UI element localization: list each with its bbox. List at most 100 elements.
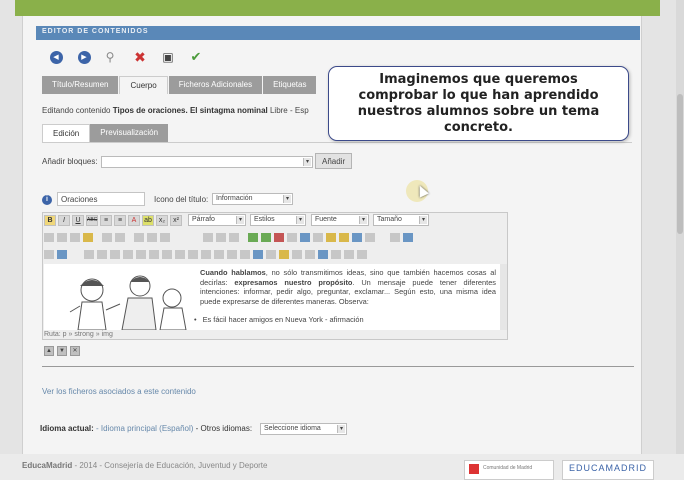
madrid-flag-icon [469, 464, 479, 474]
paste-text-icon[interactable] [97, 249, 107, 259]
cut-icon[interactable] [44, 249, 54, 259]
fullscreen-icon[interactable] [318, 249, 328, 259]
layer-icon[interactable] [352, 232, 362, 242]
subtab-divider [42, 142, 632, 143]
strikethrough-button[interactable]: ABC [86, 215, 98, 226]
preview-icon[interactable] [365, 232, 375, 242]
align-left-icon[interactable] [44, 232, 54, 242]
size-select[interactable]: Tamaño ▾ [373, 214, 429, 226]
paragraph-format-select[interactable]: Párrafo ▾ [188, 214, 246, 226]
subtab-edicion[interactable]: Edición [42, 124, 91, 142]
editor-content-area[interactable]: Cuando hablamos, no sólo transmitimos id… [44, 264, 500, 330]
redo-icon[interactable] [216, 232, 226, 242]
page-scrollbar-thumb[interactable] [677, 94, 683, 234]
current-language-link[interactable]: - Idioma principal (Español) [96, 424, 193, 433]
snippet-icon[interactable] [339, 232, 349, 242]
language-select[interactable]: Seleccione idioma ▾ [260, 423, 347, 435]
editor-scrollbar[interactable] [500, 264, 507, 330]
add-block-button[interactable]: Añadir [315, 153, 353, 169]
tab-ficheros-adicionales[interactable]: Ficheros Adicionales [168, 76, 263, 94]
font-select[interactable]: Fuente ▾ [311, 214, 369, 226]
arrow-up-icon[interactable]: ▲ [44, 346, 54, 356]
underline-button[interactable]: U [72, 215, 84, 226]
image-icon[interactable] [248, 232, 258, 242]
title-input[interactable]: Oraciones [57, 192, 145, 206]
search-icon: ⚲ [105, 50, 115, 64]
remove-format-icon[interactable] [147, 232, 157, 242]
edit-subtabs: Edición Previsualización [42, 124, 169, 142]
equation-icon[interactable] [292, 249, 302, 259]
copy-icon[interactable] [57, 249, 67, 259]
numbered-list-button[interactable]: ≡ [114, 215, 126, 226]
check-icon: ✔ [190, 49, 202, 64]
tab-cuerpo[interactable]: Cuerpo [119, 76, 168, 94]
flash-icon[interactable] [287, 232, 297, 242]
subtab-previsualizacion[interactable]: Previsualización [90, 124, 169, 142]
justify-icon[interactable] [83, 232, 93, 242]
merge-icon[interactable] [188, 249, 198, 259]
color-icon[interactable] [227, 249, 237, 259]
replace-icon[interactable] [403, 232, 413, 242]
paste-icon[interactable] [84, 249, 94, 259]
spellcheck-icon[interactable] [136, 249, 146, 259]
comunidad-madrid-logo[interactable]: Comunidad de Madrid [464, 460, 554, 480]
tab-titulo-resumen[interactable]: Título/Resumen [42, 76, 119, 94]
blocks-icon[interactable] [331, 249, 341, 259]
video-icon[interactable] [274, 232, 284, 242]
tab-etiquetas[interactable]: Etiquetas [263, 76, 317, 94]
back-button[interactable]: ◀ [48, 49, 64, 65]
styles-select[interactable]: Estilos ▾ [250, 214, 306, 226]
superscript-button[interactable]: x² [170, 215, 182, 226]
logo1-text: Comunidad de Madrid [483, 465, 533, 471]
html-icon[interactable] [305, 249, 315, 259]
template-icon[interactable] [326, 232, 336, 242]
split-icon[interactable] [201, 249, 211, 259]
align-center-icon[interactable] [57, 232, 67, 242]
align-right-icon[interactable] [70, 232, 80, 242]
arrow-down-icon[interactable]: ▼ [57, 346, 67, 356]
info-icon: i [42, 195, 52, 205]
find-icon[interactable] [390, 232, 400, 242]
paste-word-icon[interactable] [110, 249, 120, 259]
about-icon[interactable] [357, 249, 367, 259]
quote-icon[interactable] [134, 232, 144, 242]
save-button[interactable]: ▣ [160, 49, 176, 65]
undo-icon[interactable] [203, 232, 213, 242]
delete-button[interactable]: ✖ [132, 49, 148, 65]
source-icon[interactable] [344, 249, 354, 259]
search-button[interactable]: ⚲ [102, 49, 118, 65]
forward-button[interactable]: ▶ [76, 49, 92, 65]
anchor-icon[interactable] [229, 232, 239, 242]
highlight-button[interactable]: ab [142, 215, 154, 226]
bold-button[interactable]: B [44, 215, 56, 226]
other-languages-label: - Otros idiomas: [195, 424, 253, 433]
media-icon[interactable] [300, 232, 310, 242]
styles-value: Estilos [254, 216, 275, 223]
bullet-list-button[interactable]: ≡ [100, 215, 112, 226]
print-icon[interactable] [123, 249, 133, 259]
title-icon-select[interactable]: Información ▾ [212, 193, 293, 205]
indent-icon[interactable] [115, 232, 125, 242]
educamadrid-logo[interactable]: EDUCAMADRID [562, 460, 654, 480]
special-char-icon[interactable] [313, 232, 323, 242]
outdent-icon[interactable] [102, 232, 112, 242]
associated-files-link[interactable]: Ver los ficheros asociados a este conten… [42, 387, 196, 396]
blocks-select[interactable]: ▾ [101, 156, 313, 168]
sqrt-icon[interactable] [279, 249, 289, 259]
cell-icon[interactable] [175, 249, 185, 259]
text-color-button[interactable]: A [128, 215, 140, 226]
italic-button[interactable]: I [58, 215, 70, 226]
close-icon[interactable]: ✕ [70, 346, 80, 356]
page-scrollbar[interactable] [676, 0, 684, 480]
border-icon[interactable] [214, 249, 224, 259]
link-icon[interactable] [240, 249, 250, 259]
omega-icon[interactable] [266, 249, 276, 259]
table-icon[interactable] [261, 232, 271, 242]
row-icon[interactable] [162, 249, 172, 259]
accept-button[interactable]: ✔ [188, 49, 204, 65]
subscript-button[interactable]: x₂ [156, 215, 168, 226]
clear-icon[interactable] [160, 232, 170, 242]
footer-copyright: EducaMadrid - 2014 - Consejería de Educa… [22, 461, 267, 470]
hr-icon[interactable] [149, 249, 159, 259]
code-icon[interactable] [253, 249, 263, 259]
